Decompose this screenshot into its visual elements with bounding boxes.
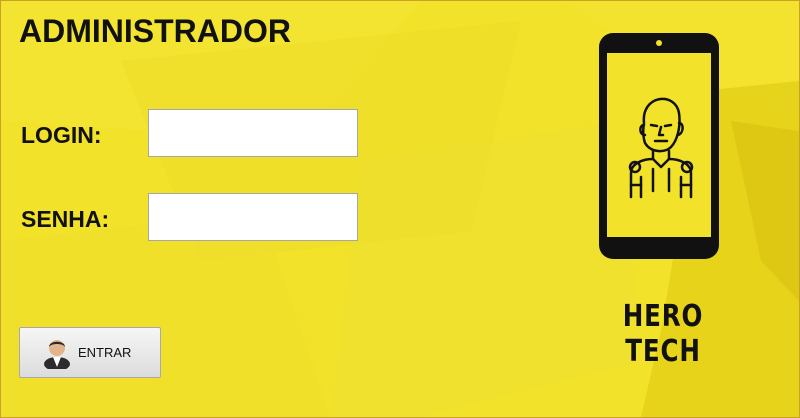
enter-button-label: ENTRAR — [78, 345, 132, 360]
enter-button[interactable]: ENTRAR — [19, 327, 161, 378]
password-field[interactable] — [148, 193, 358, 241]
user-icon — [44, 339, 70, 369]
login-window: ADMINISTRADOR LOGIN: SENHA: ENTRAR HERO … — [0, 0, 800, 418]
smartphone-hero-icon — [599, 33, 719, 259]
page-title: ADMINISTRADOR — [19, 13, 291, 49]
login-label: LOGIN: — [21, 122, 102, 148]
login-field[interactable] — [148, 109, 358, 157]
password-label: SENHA: — [21, 206, 110, 232]
brand-name: HERO TECH — [622, 299, 704, 369]
